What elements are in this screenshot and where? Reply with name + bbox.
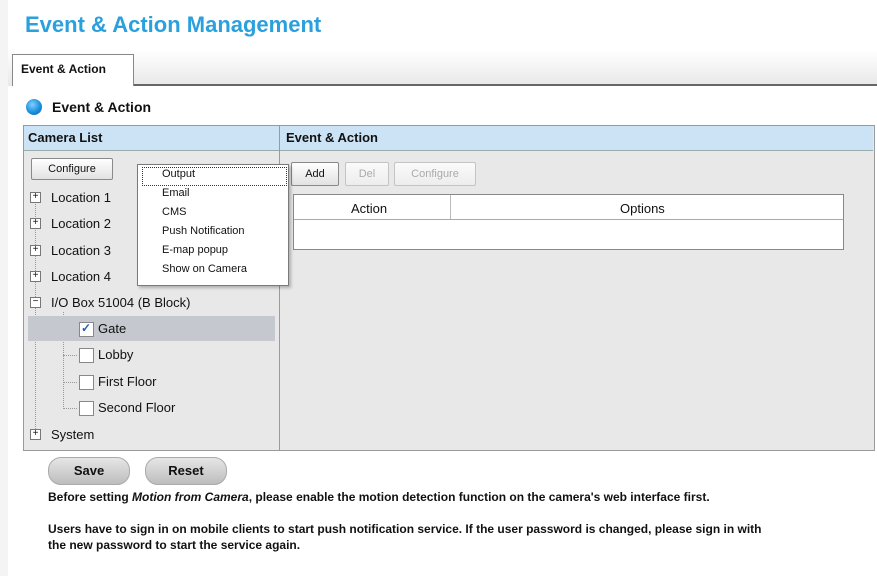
column-separator xyxy=(450,195,451,219)
push-note-line1: Users have to sign in on mobile clients … xyxy=(48,522,762,536)
camera-list-header: Camera List xyxy=(24,126,279,151)
tree-item-gate[interactable]: Gate xyxy=(98,321,126,336)
menu-item-output[interactable]: Output xyxy=(162,168,195,180)
tab-underline xyxy=(134,84,877,86)
note-text: Before setting xyxy=(48,490,133,504)
column-header-action[interactable]: Action xyxy=(351,201,387,216)
tree-item-location-4[interactable]: Location 4 xyxy=(51,269,111,284)
tree-item-system[interactable]: System xyxy=(51,427,94,442)
tree-item-io-box[interactable]: I/O Box 51004 (B Block) xyxy=(51,295,190,310)
expand-icon[interactable]: + xyxy=(30,192,41,203)
tree-line xyxy=(35,195,36,435)
tree-line xyxy=(63,355,77,356)
tree-item-lobby[interactable]: Lobby xyxy=(98,347,133,362)
tab-strip xyxy=(8,50,877,86)
expand-icon[interactable]: + xyxy=(30,218,41,229)
info-bullet-icon xyxy=(26,99,42,115)
expand-icon[interactable]: + xyxy=(30,271,41,282)
delete-button[interactable]: Del xyxy=(345,162,389,186)
save-button[interactable]: Save xyxy=(48,457,130,485)
event-action-header: Event & Action xyxy=(280,126,873,151)
reset-button[interactable]: Reset xyxy=(145,457,227,485)
motion-note: Before setting Motion from Camera, pleas… xyxy=(48,490,710,504)
section-title: Event & Action xyxy=(52,99,152,115)
second-floor-checkbox[interactable] xyxy=(79,401,94,416)
add-button[interactable]: Add xyxy=(291,162,339,186)
menu-item-push-notification[interactable]: Push Notification xyxy=(162,225,245,237)
tree-item-second-floor[interactable]: Second Floor xyxy=(98,400,175,415)
configure-button[interactable]: Configure xyxy=(31,158,113,180)
tab-event-action[interactable]: Event & Action xyxy=(12,54,134,86)
menu-item-show-on-camera[interactable]: Show on Camera xyxy=(162,263,247,275)
menu-item-emap-popup[interactable]: E-map popup xyxy=(162,244,228,256)
tree-item-first-floor[interactable]: First Floor xyxy=(98,374,157,389)
tree-item-location-3[interactable]: Location 3 xyxy=(51,243,111,258)
expand-icon[interactable]: + xyxy=(30,245,41,256)
collapse-icon[interactable]: − xyxy=(30,297,41,308)
tree-line xyxy=(63,408,77,409)
left-edge xyxy=(0,0,8,576)
expand-icon[interactable]: + xyxy=(30,429,41,440)
tree-item-location-2[interactable]: Location 2 xyxy=(51,216,111,231)
action-configure-button[interactable]: Configure xyxy=(394,162,476,186)
note-text: , please enable the motion detection fun… xyxy=(248,490,710,504)
first-floor-checkbox[interactable] xyxy=(79,375,94,390)
lobby-checkbox[interactable] xyxy=(79,348,94,363)
menu-item-cms[interactable]: CMS xyxy=(162,206,186,218)
push-note-line2: the new password to start the service ag… xyxy=(48,538,301,552)
tree-line xyxy=(63,382,77,383)
tree-item-location-1[interactable]: Location 1 xyxy=(51,190,111,205)
gate-checkbox[interactable] xyxy=(79,321,94,337)
selected-row-highlight xyxy=(28,316,275,341)
menu-item-email[interactable]: Email xyxy=(162,187,190,199)
note-emphasis: Motion from Camera xyxy=(132,490,249,504)
column-header-options[interactable]: Options xyxy=(620,201,665,216)
page-title: Event & Action Management xyxy=(25,12,322,37)
